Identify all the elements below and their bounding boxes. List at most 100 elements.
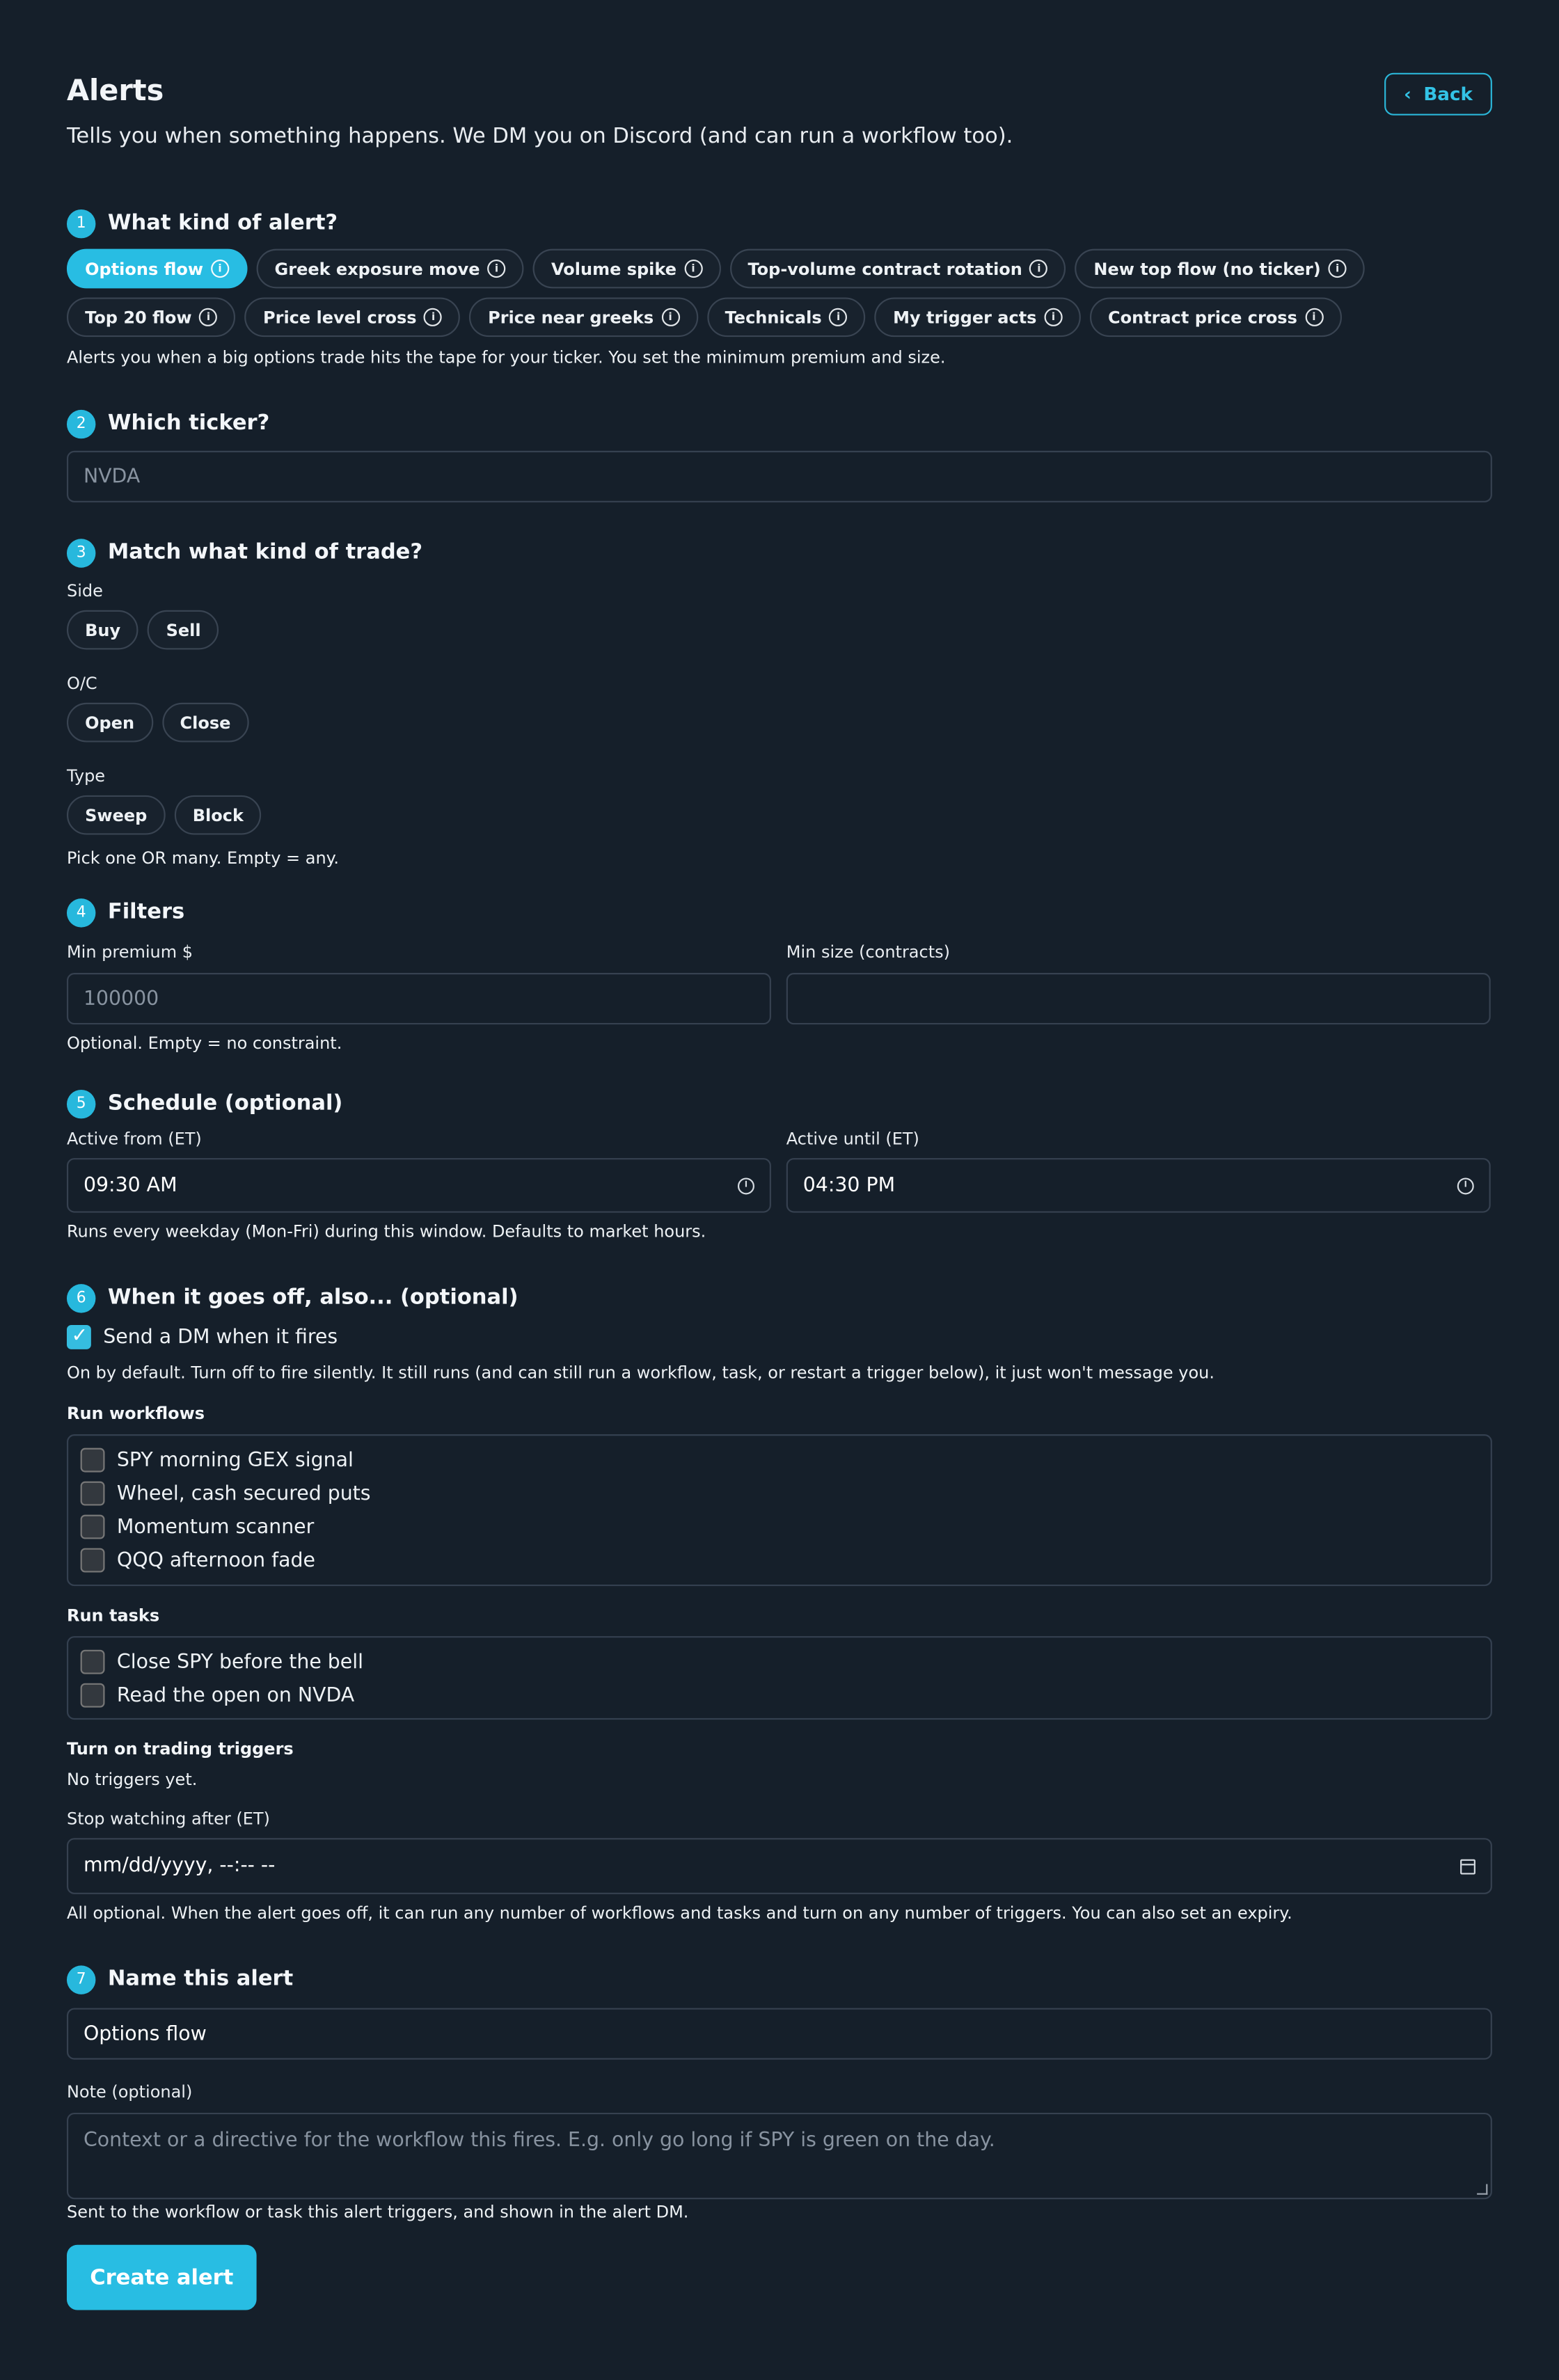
side-label: Side — [66, 581, 103, 601]
ticker-section: 2 Which ticker? NVDA — [66, 408, 1492, 502]
ticker-input[interactable]: NVDA — [66, 450, 1492, 502]
back-button-label: Back — [1423, 83, 1473, 105]
alert-type-options: Options flow i Greek exposure move i Volum… — [66, 248, 1448, 338]
alert-type-technicals[interactable]: Technicals i — [706, 297, 866, 338]
oc-close[interactable]: Close — [161, 702, 249, 743]
chip-label: Technicals — [725, 307, 822, 328]
task-item[interactable]: Close SPY before the bell — [80, 1645, 1479, 1679]
info-icon[interactable]: i — [424, 308, 443, 326]
alert-type-options-flow[interactable]: Options flow i — [66, 248, 248, 289]
alert-kind-help: Alerts you when a big options trade hits… — [66, 347, 946, 367]
workflow-label: Momentum scanner — [116, 1515, 315, 1539]
active-until-value: 04:30 PM — [802, 1174, 896, 1197]
workflow-item[interactable]: Momentum scanner — [80, 1510, 1479, 1544]
info-icon[interactable]: i — [1328, 259, 1347, 278]
alert-type-contract-price-cross[interactable]: Contract price cross i — [1089, 297, 1342, 338]
section-title: When it goes off, also... (optional) — [107, 1285, 519, 1310]
task-label: Close SPY before the bell — [116, 1650, 364, 1674]
stop-watching-value: mm/dd/yyyy, --:-- -- — [83, 1855, 276, 1878]
active-from-input[interactable]: 09:30 AM — [66, 1158, 771, 1213]
back-button[interactable]: ‹ Back — [1384, 72, 1492, 116]
clock-icon[interactable] — [1457, 1177, 1474, 1194]
workflow-item[interactable]: QQQ afternoon fade — [80, 1544, 1479, 1577]
send-dm-checkbox-row[interactable]: Send a DM when it fires — [66, 1320, 1492, 1354]
info-icon[interactable]: i — [487, 259, 506, 278]
note-textarea[interactable]: Context or a directive for the workflow … — [66, 2112, 1492, 2200]
workflow-checkbox[interactable] — [80, 1548, 105, 1573]
alert-type-top-20-flow[interactable]: Top 20 flow i — [66, 297, 236, 338]
alert-type-top-volume-contract-rotation[interactable]: Top-volume contract rotation i — [729, 248, 1067, 289]
page-title: Alerts — [66, 74, 164, 108]
info-icon[interactable]: i — [1044, 308, 1063, 326]
task-item[interactable]: Read the open on NVDA — [80, 1679, 1479, 1712]
chip-label: New top flow (no ticker) — [1093, 258, 1321, 279]
step-number: 4 — [66, 898, 96, 927]
filters-help: Optional. Empty = no constraint. — [66, 1033, 342, 1054]
trade-match-section: 3 Match what kind of trade? Side Buy Sel… — [66, 537, 1492, 868]
alert-type-volume-spike[interactable]: Volume spike i — [532, 248, 721, 289]
schedule-help: Runs every weekday (Mon-Fri) during this… — [66, 1221, 706, 1242]
trading-triggers-title: Turn on trading triggers — [66, 1739, 294, 1759]
alert-name-input[interactable]: Options flow — [66, 2008, 1492, 2060]
step-number: 7 — [66, 1965, 96, 1994]
info-icon[interactable]: i — [1029, 259, 1048, 278]
section-title: Filters — [107, 900, 185, 925]
workflow-label: SPY morning GEX signal — [116, 1448, 354, 1472]
run-tasks-title: Run tasks — [66, 1605, 160, 1626]
workflow-checkbox[interactable] — [80, 1447, 105, 1473]
goes-off-help: All optional. When the alert goes off, i… — [66, 1903, 1292, 1923]
info-icon[interactable]: i — [683, 259, 703, 278]
workflow-checkbox[interactable] — [80, 1514, 105, 1539]
active-until-input[interactable]: 04:30 PM — [786, 1158, 1491, 1213]
resize-handle-icon[interactable] — [1477, 2184, 1488, 2195]
send-dm-checkbox[interactable] — [66, 1325, 91, 1349]
alert-type-price-level-cross[interactable]: Price level cross i — [244, 297, 461, 338]
workflow-label: QQQ afternoon fade — [116, 1548, 315, 1572]
stop-watching-input[interactable]: mm/dd/yyyy, --:-- -- — [66, 1838, 1492, 1894]
side-sell[interactable]: Sell — [148, 610, 219, 650]
clock-icon[interactable] — [737, 1177, 754, 1194]
workflow-item[interactable]: Wheel, cash secured puts — [80, 1477, 1479, 1510]
oc-open[interactable]: Open — [66, 702, 153, 743]
workflow-checkbox[interactable] — [80, 1481, 105, 1506]
min-size-label: Min size (contracts) — [786, 942, 950, 962]
info-icon[interactable]: i — [199, 308, 218, 326]
create-alert-button[interactable]: Create alert — [66, 2244, 257, 2310]
alert-type-new-top-flow[interactable]: New top flow (no ticker) i — [1075, 248, 1365, 289]
min-size-input[interactable] — [786, 973, 1491, 1025]
chip-label: Price near greeks — [488, 307, 654, 328]
task-checkbox[interactable] — [80, 1683, 105, 1708]
info-icon[interactable]: i — [1304, 308, 1323, 326]
min-premium-input[interactable]: 100000 — [66, 973, 771, 1025]
type-sweep[interactable]: Sweep — [66, 795, 166, 835]
calendar-icon[interactable] — [1460, 1858, 1475, 1874]
active-from-label: Active from (ET) — [66, 1129, 202, 1150]
workflow-item[interactable]: SPY morning GEX signal — [80, 1443, 1479, 1477]
stop-watching-label: Stop watching after (ET) — [66, 1809, 270, 1830]
alert-name-value: Options flow — [83, 2022, 207, 2045]
min-premium-label: Min premium $ — [66, 942, 193, 962]
type-label: Type — [66, 766, 106, 786]
active-until-label: Active until (ET) — [786, 1129, 919, 1150]
side-buy[interactable]: Buy — [66, 610, 139, 650]
alert-type-my-trigger-acts[interactable]: My trigger acts i — [874, 297, 1081, 338]
no-triggers-text: No triggers yet. — [66, 1770, 198, 1790]
type-block[interactable]: Block — [174, 795, 262, 835]
alert-type-price-near-greeks[interactable]: Price near greeks i — [469, 297, 698, 338]
task-checkbox[interactable] — [80, 1649, 105, 1674]
schedule-section: 5 Schedule (optional) Active from (ET) 0… — [66, 1088, 1492, 1242]
section-title: Name this alert — [107, 1967, 294, 1992]
min-premium-placeholder: 100000 — [83, 987, 159, 1010]
info-icon[interactable]: i — [210, 259, 230, 278]
step-number: 2 — [66, 408, 96, 438]
chip-label: My trigger acts — [893, 307, 1037, 328]
alert-type-greek-exposure-move[interactable]: Greek exposure move i — [256, 248, 524, 289]
alert-kind-section: 1 What kind of alert? Options flow i Gree… — [66, 208, 1492, 367]
filters-section: 4 Filters Min premium $ 100000 Min size … — [66, 897, 1492, 1054]
info-icon[interactable]: i — [661, 308, 680, 326]
send-dm-label: Send a DM when it fires — [103, 1326, 338, 1349]
chip-label: Contract price cross — [1107, 307, 1297, 328]
note-help: Sent to the workflow or task this alert … — [66, 2202, 689, 2222]
info-icon[interactable]: i — [829, 308, 848, 326]
section-title: Match what kind of trade? — [107, 540, 423, 565]
